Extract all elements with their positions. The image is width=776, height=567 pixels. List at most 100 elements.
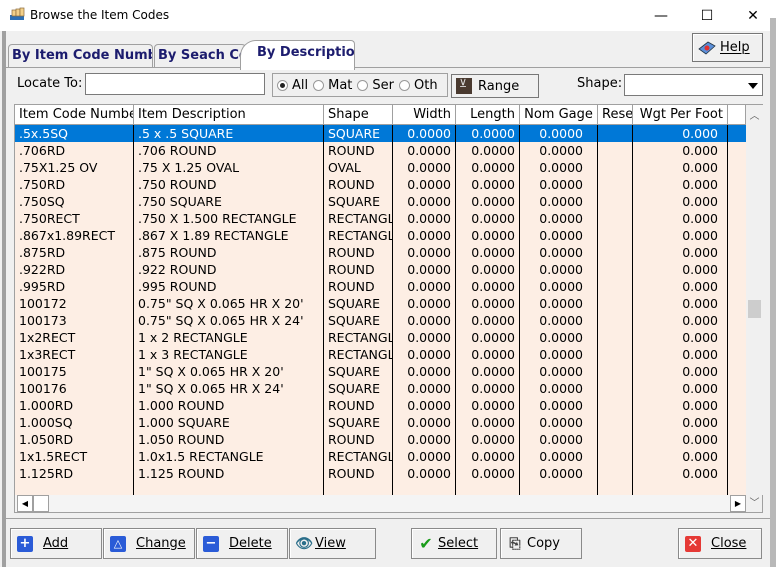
table-cell: 1.0x1.5 RECTANGLE [134,448,324,465]
scroll-thumb[interactable] [748,300,761,318]
table-cell: 0.000 [633,414,728,431]
close-button[interactable]: ✕ Close [678,528,762,559]
table-row[interactable]: .875RD .875 ROUND ROUND 0.0000 0.0000 0.0000 0… [15,244,746,261]
tab-label: By Item Code Number [12,48,152,63]
table-row[interactable]: 1x3RECT1 x 3 RECTANGLERECTANGLE0.00000.0… [15,346,746,363]
table-cell: 0.0000 [456,312,520,329]
table-row[interactable]: .750RECT.750 X 1.500 RECTANGLERECTANGLE0… [15,210,746,227]
tab-search-code[interactable]: By Seach Code [154,44,246,68]
scroll-left-icon[interactable]: ◀ [17,495,33,512]
table-row[interactable]: .75X1.25 OV .75 X 1.25 OVAL OVAL 0.0000 0.00… [15,159,746,176]
radio-mat[interactable]: Mat [313,78,352,93]
scroll-up-icon[interactable]: ︿ [746,108,763,125]
radio-ser[interactable]: Ser [357,78,394,93]
table-row[interactable]: .922RD .922 ROUND ROUND 0.0000 0.0000 0.0000 0… [15,261,746,278]
table-cell [598,176,633,193]
help-button[interactable]: Help [692,33,763,62]
close-label: Close [711,536,747,551]
select-button[interactable]: ✔ Select [411,528,497,559]
table-row[interactable]: 1.000RD 1.000 ROUND ROUND 0.0000 0.0000 0.000… [15,397,746,414]
table-cell: 0.000 [633,176,728,193]
table-row[interactable]: 100172 0.75" SQ X 0.065 HR X 20' SQUARE 0.0… [15,295,746,312]
table-row[interactable]: .750RD .750 ROUND ROUND 0.0000 0.0000 0.0000 0… [15,176,746,193]
table-row[interactable]: .995RD .995 ROUND ROUND 0.0000 0.0000 0.0000 0… [15,278,746,295]
table-row[interactable]: .750SQ .750 SQUARE SQUARE 0.0000 0.0000 0.000… [15,193,746,210]
table-cell: 0.000 [633,142,728,159]
table-cell: 0.0000 [520,380,598,397]
radio-label: All [292,77,309,93]
table-cell: .750RD [15,176,134,193]
scroll-right-icon[interactable]: ▶ [730,495,746,512]
table-row[interactable]: 100173 0.75" SQ X 0.065 HR X 24' SQUARE 0.0… [15,312,746,329]
column-header[interactable]: Wgt Per Foot [633,105,728,125]
minimize-button[interactable]: — [638,0,684,31]
table-cell: ROUND [324,397,393,414]
table-row[interactable]: .867x1.89RECT .867 X 1.89 RECTANGLE RECTAN… [15,227,746,244]
range-button[interactable]: Range [451,74,539,98]
divider [6,518,770,519]
radio-oth[interactable]: Oth [399,78,438,93]
view-button[interactable]: 👁 View [289,528,376,559]
table-cell: 100176 [15,380,134,397]
locate-to-input[interactable] [85,73,265,95]
scroll-down-icon[interactable]: ﹀ [746,495,763,512]
radio-all[interactable]: All [277,78,308,93]
table-cell: 0.0000 [456,295,520,312]
table-cell [598,142,633,159]
table-cell: 0.0000 [393,346,456,363]
table-cell: 0.0000 [393,193,456,210]
table-cell: 1.125 ROUND [134,465,324,482]
copy-button[interactable]: ⎘ Copy [500,528,582,559]
table-cell: 1.000 ROUND [134,397,324,414]
table-row[interactable]: .706RD .706 ROUND ROUND 0.0000 0.0000 0.0000 0… [15,142,746,159]
column-header[interactable]: Item Code Number [15,105,134,125]
table-row[interactable]: 1x1.5RECT1.0x1.5 RECTANGLERECTANGLE0.000… [15,448,746,465]
table-row[interactable]: 100176 1" SQ X 0.065 HR X 24' SQUARE 0.0000… [15,380,746,397]
table-row[interactable]: .5x.5SQ .5 x .5 SQUARE SQUARE 0.0000 0.0000 0… [15,125,746,142]
table-cell: 0.0000 [393,380,456,397]
vertical-scrollbar[interactable]: ︿ ﹀ [746,105,763,509]
table-cell: 1.000SQ [15,414,134,431]
change-button[interactable]: △ Change [103,528,195,559]
column-header[interactable]: Width [393,105,456,125]
column-header[interactable]: Nom Gage [520,105,598,125]
table-cell: 0.0000 [520,414,598,431]
add-button[interactable]: + Add [10,528,102,559]
tab-item-code-number[interactable]: By Item Code Number [8,44,153,68]
horizontal-scrollbar[interactable]: ◀ ▶ [15,495,746,512]
maximize-button[interactable]: ☐ [684,0,730,31]
table-cell: 0.0000 [456,244,520,261]
table-cell: 0.0000 [520,142,598,159]
table-cell: 1x3RECT [15,346,134,363]
column-header[interactable]: Shape [324,105,393,125]
column-header[interactable]: Item Description [134,105,324,125]
table-row[interactable]: 1.050RD 1.050 ROUND ROUND 0.0000 0.0000 0.000… [15,431,746,448]
table-row[interactable]: 1.000SQ 1.000 SQUARE SQUARE 0.0000 0.0000 0.0… [15,414,746,431]
table-cell: 0.0000 [456,261,520,278]
tab-by-description[interactable]: By Description [240,40,355,70]
table-cell [598,414,633,431]
column-header[interactable]: Length [456,105,520,125]
table-cell [598,312,633,329]
radio-dot [357,79,369,91]
shape-dropdown[interactable] [624,74,763,96]
table-cell: 0.000 [633,465,728,482]
table-cell: 0.0000 [393,397,456,414]
window-title: Browse the Item Codes [30,8,170,22]
radio-dot [313,79,325,91]
scroll-h-thumb[interactable] [33,495,49,512]
radio-label: Mat [328,77,353,93]
table-cell: RECTANGLE [324,346,393,363]
table-row[interactable]: 100175 1" SQ X 0.065 HR X 20' SQUARE 0.0000… [15,363,746,380]
delete-button[interactable]: − Delete [196,528,288,559]
tab-label: By Seach Code [158,48,246,63]
table-cell: RECTANGLE [324,329,393,346]
column-header[interactable]: Reserved [598,105,633,125]
table-cell: 0.0000 [520,431,598,448]
table-row[interactable]: 1x2RECT1 x 2 RECTANGLERECTANGLE0.00000.0… [15,329,746,346]
table-cell: 0.000 [633,312,728,329]
table-cell: 0.0000 [393,244,456,261]
filter-icon [456,77,472,94]
table-row[interactable]: 1.125RD 1.125 ROUND ROUND 0.0000 0.0000 0.000… [15,465,746,482]
table-cell [598,363,633,380]
